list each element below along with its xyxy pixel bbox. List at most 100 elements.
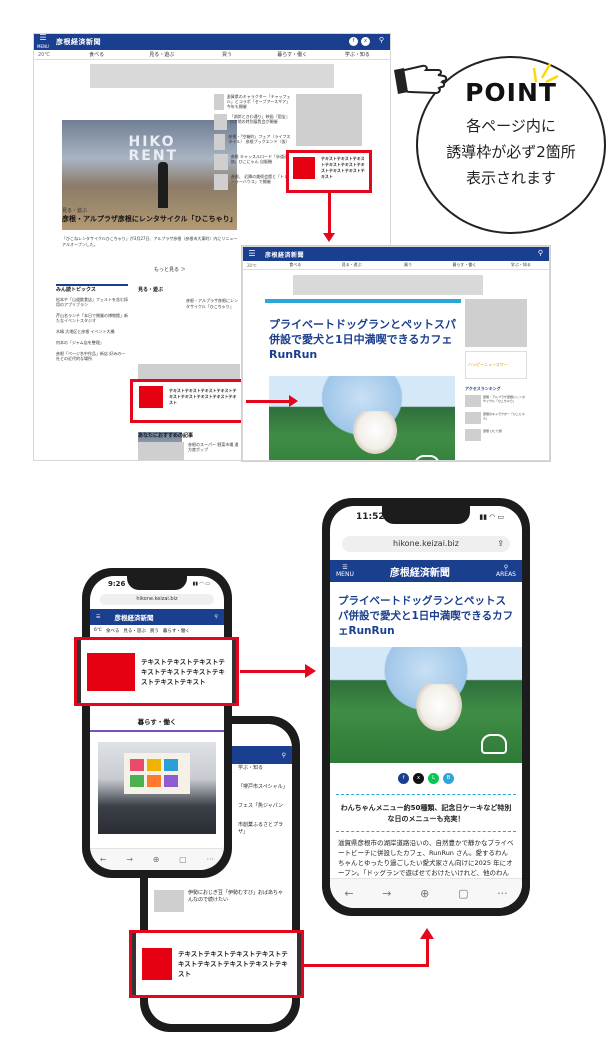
mid-article-headline[interactable]: 彦根・アルプラザ彦根にレンタサイクル「ひこちゃり」 bbox=[186, 298, 240, 310]
site-header: ☰ MENU 彦根経済新聞 fx ⚲ bbox=[34, 34, 390, 50]
nav-learn[interactable]: 学ぶ・知る bbox=[325, 51, 390, 58]
link-frame-thumbnail bbox=[293, 157, 315, 179]
ad-banner[interactable] bbox=[293, 275, 483, 295]
nav-play[interactable]: 見る・遊ぶ bbox=[323, 262, 379, 268]
ranking-item[interactable]: 彦根「ページ名中作品」新店 好みの一社との近代的な場所 bbox=[56, 351, 128, 361]
areas-pin-icon[interactable]: ⚲ bbox=[538, 249, 543, 257]
nav-learn[interactable]: 学ぶ・知る bbox=[493, 262, 549, 268]
nav-live[interactable]: 暮らす・働く bbox=[163, 628, 190, 634]
status-icons: ▮▮ ◠ ▭ bbox=[192, 581, 210, 587]
list-item[interactable]: 「堺戸市スペシャル」 bbox=[238, 784, 288, 791]
link-frame-desktop-list[interactable]: テキストテキストテキストテキストテキストテキストテキストテキストテキスト bbox=[130, 379, 246, 423]
status-time: 11:52 bbox=[356, 512, 385, 522]
ad-banner[interactable] bbox=[90, 64, 334, 88]
arrow-lower-vertical bbox=[426, 938, 429, 967]
main-article-headline[interactable]: 彦根・アルプラザ彦根にレンタサイクル「ひこちゃり」 bbox=[62, 215, 238, 224]
list-item[interactable]: 市創業ふるさとプラザ」 bbox=[238, 822, 286, 836]
areas-pin-icon[interactable]: ⚲ bbox=[379, 36, 384, 44]
x-share-icon[interactable]: x bbox=[413, 773, 424, 784]
nav-live[interactable]: 暮らす・働く bbox=[436, 262, 492, 268]
list-item[interactable]: 彦根・「空箱町」フェア（ライフスタイル） 彦根ブックエンド（仮） bbox=[214, 134, 292, 150]
list-item[interactable]: 伊勢におじぎ豆「伊勢むすび」おばあちゃんなので続けたい bbox=[154, 890, 286, 912]
list-item[interactable]: 彦根・アルプラザ彦根にレンタサイクル「ひこちゃり」 bbox=[465, 395, 527, 407]
link-frame-phone-upper[interactable]: テキストテキストテキストテキストテキストテキストテキストテキストテキスト bbox=[74, 637, 239, 706]
phone-article: 11:52 ▮▮ ◠ ▭ hikone.keizai.biz ⇪ ☰ MENU 彦… bbox=[322, 498, 530, 916]
list-item[interactable]: 彦根 ひとり旅 bbox=[465, 429, 527, 441]
ranking-item[interactable]: 芹山名ランチ「本日で閉業の博物館」新たなイベントスタジオ bbox=[56, 313, 128, 323]
nav-shop[interactable]: 買う bbox=[194, 51, 259, 58]
arrow-right-line-upper bbox=[240, 670, 306, 673]
back-icon[interactable]: ← bbox=[344, 887, 353, 900]
ranking-item[interactable]: 木嶋 大地区と彦根 イベント大橋 bbox=[56, 329, 128, 334]
ranking-item[interactable]: 何本の「ジャム店を整理」 bbox=[56, 340, 128, 345]
menu-button[interactable]: ☰ MENU bbox=[34, 34, 52, 51]
main-article-lead: 「ひこねレンタサイクルひこちゃり」が3月27日、アルプラザ彦根（彦根市大東町）内… bbox=[62, 236, 238, 247]
sidebar-banner[interactable]: ハッピーニュースワー bbox=[465, 351, 527, 379]
arrow-right-head bbox=[289, 395, 298, 407]
recommend-thumb[interactable] bbox=[138, 442, 184, 460]
tabs-icon[interactable]: ▢ bbox=[179, 855, 187, 864]
nav-live[interactable]: 暮らす・働く bbox=[260, 51, 325, 58]
recommend-item[interactable]: 彦根のスーパー 野菜市場 遠方産ポップ bbox=[188, 442, 242, 452]
list-item[interactable]: 滋賀県のキャラクター「チャッフェル」とコラボ「セーブアースギア」今年も開催 bbox=[214, 94, 292, 110]
link-frame-text: テキストテキストテキストテキストテキストテキストテキストテキストテキスト bbox=[169, 388, 237, 405]
list-item[interactable]: 「湖岸ときわ通り」映画『国宝』ロケ地の特別展覧会が開催 bbox=[214, 114, 292, 130]
menu-button[interactable]: ☰ bbox=[96, 614, 100, 621]
list-item[interactable]: フェス「魚ジャパン bbox=[238, 803, 286, 810]
more-icon[interactable]: ··· bbox=[206, 855, 214, 864]
nav-shop[interactable]: 買う bbox=[380, 262, 436, 268]
share-icon[interactable]: ⇪ bbox=[497, 536, 504, 552]
arrow-lower-horizontal bbox=[304, 964, 429, 967]
main-article-category: 見る・遊ぶ bbox=[62, 208, 88, 214]
new-tab-icon[interactable]: ⊕ bbox=[153, 855, 160, 864]
arrow-down-head bbox=[323, 233, 335, 242]
access-ranking-list: 彦根・アルプラザ彦根にレンタサイクル「ひこちゃり」 彦根のキャラクター「ひこにゃ… bbox=[465, 395, 527, 446]
nav-shop[interactable]: 買う bbox=[150, 628, 159, 634]
site-logo[interactable]: 彦根経済新聞 bbox=[390, 564, 450, 579]
menu-button[interactable]: ☰ MENU bbox=[336, 564, 354, 578]
new-tab-icon[interactable]: ⊕ bbox=[420, 887, 429, 900]
back-icon[interactable]: ← bbox=[100, 855, 107, 864]
menu-button[interactable]: ☰ bbox=[243, 250, 261, 258]
url-bar[interactable]: hikone.keizai.biz ⇪ bbox=[342, 536, 510, 552]
nav-play[interactable]: 見る・遊ぶ bbox=[129, 51, 194, 58]
link-frame-phone-lower[interactable]: テキストテキストテキストテキストテキストテキストテキストテキストテキスト bbox=[129, 930, 304, 998]
nav-play[interactable]: 見る・遊ぶ bbox=[123, 628, 146, 634]
areas-button[interactable]: ⚲ bbox=[282, 752, 286, 759]
site-logo[interactable]: 彦根経済新聞 bbox=[265, 250, 304, 259]
more-icon[interactable]: ··· bbox=[497, 887, 508, 900]
link-frame-desktop-sidebar[interactable]: テキストテキストテキストテキストテキストテキストテキストテキストテキスト bbox=[286, 150, 372, 193]
hatena-share-icon[interactable]: B bbox=[443, 773, 454, 784]
sidebar-ad[interactable] bbox=[465, 299, 527, 347]
x-icon[interactable]: x bbox=[361, 37, 370, 46]
site-logo[interactable]: 彦根経済新聞 bbox=[56, 37, 101, 47]
link-frame-thumbnail bbox=[87, 652, 135, 691]
forward-icon[interactable]: → bbox=[126, 855, 133, 864]
point-line-1: 各ページ内に bbox=[466, 117, 556, 135]
nav-eat[interactable]: 食べる bbox=[106, 628, 120, 634]
areas-button[interactable]: ⚲ AREAS bbox=[496, 564, 516, 578]
sidebar-ad[interactable] bbox=[296, 94, 362, 146]
nav-eat[interactable]: 食べる bbox=[267, 262, 323, 268]
more-link[interactable]: もっと見る ＞ bbox=[154, 267, 186, 274]
site-logo[interactable]: 彦根経済新聞 bbox=[114, 612, 153, 622]
main-article-photo[interactable]: HIKO RENT bbox=[62, 120, 237, 230]
nav-learn[interactable]: 学ぶ・知る bbox=[238, 765, 263, 771]
list-item[interactable]: 彦根のキャラクター「ひこにゃん」 bbox=[465, 412, 527, 424]
forward-icon[interactable]: → bbox=[382, 887, 391, 900]
nav-eat[interactable]: 食べる bbox=[64, 51, 129, 58]
recommend-title: あなたにおすすめの記事 bbox=[138, 433, 194, 439]
ranking-box: みん読トピックス 松本や「山道飲食店」フェルトを含む採用のアプリブラン 芹山名ラ… bbox=[56, 284, 128, 361]
facebook-share-icon[interactable]: f bbox=[398, 773, 409, 784]
site-header: ☰ 彦根経済新聞 ⚲ bbox=[90, 609, 224, 625]
mid-section-title: 見る・遊ぶ bbox=[138, 287, 164, 293]
list-item[interactable]: 彦根 キャッスルロード「歩道改修」ひこにゃん 自販機 bbox=[214, 154, 292, 170]
tabs-icon[interactable]: ▢ bbox=[458, 887, 468, 900]
facebook-icon[interactable]: f bbox=[349, 37, 358, 46]
weather-temp: 20℃ bbox=[247, 262, 257, 268]
url-bar[interactable]: hikone.keizai.biz bbox=[100, 594, 214, 605]
areas-button[interactable]: ⚲ bbox=[214, 614, 218, 621]
list-item[interactable]: 彦根、 近隣の美術会館と「トレーラーハウス」で開催 bbox=[214, 174, 292, 190]
ranking-item[interactable]: 松本や「山道飲食店」フェルトを含む採用のアプリブラン bbox=[56, 297, 128, 307]
line-share-icon[interactable]: L bbox=[428, 773, 439, 784]
